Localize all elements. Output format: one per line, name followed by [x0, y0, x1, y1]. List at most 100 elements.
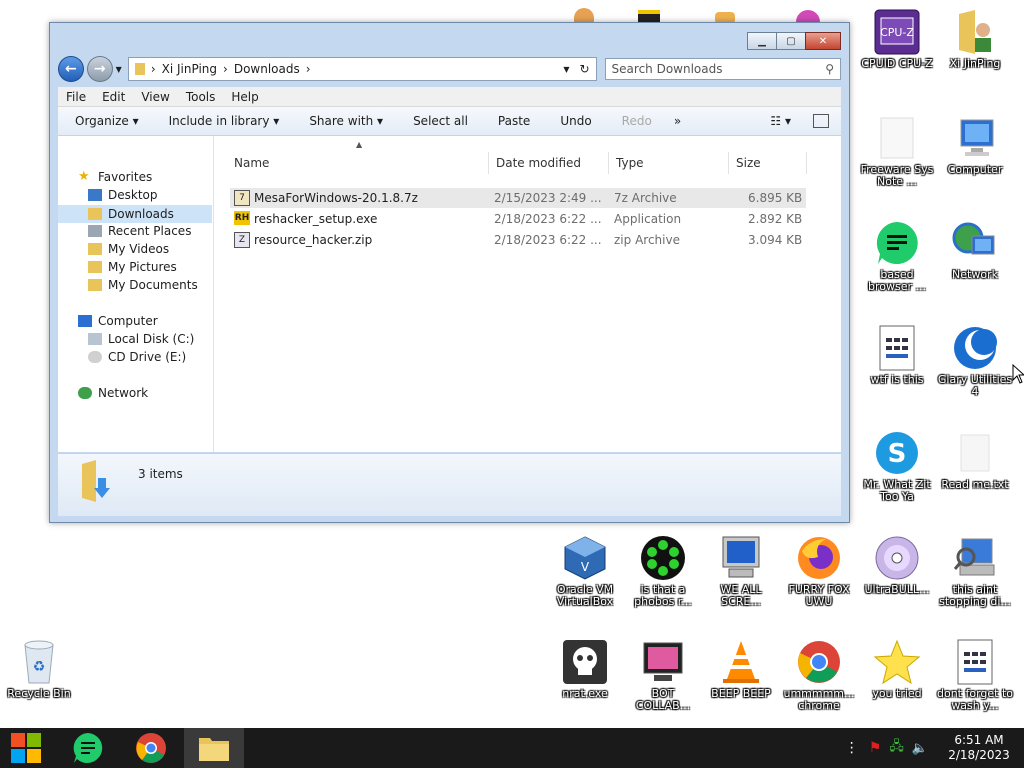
text-file-icon [951, 429, 999, 477]
nav-local-disk[interactable]: Local Disk (C:) [88, 332, 194, 346]
select-all-button[interactable]: Select all [413, 114, 468, 128]
back-button[interactable]: ← [58, 56, 84, 82]
column-header-size[interactable]: Size [736, 156, 761, 170]
desktop-icon-freeware[interactable]: Freeware Sys Note ... [858, 114, 936, 188]
nav-desktop[interactable]: Desktop [88, 188, 158, 202]
menu-view[interactable]: View [141, 90, 169, 104]
file-row[interactable]: RH reshacker_setup.exe 2/18/2023 6:22 ..… [230, 209, 806, 229]
menu-file[interactable]: File [66, 90, 86, 104]
clock[interactable]: 6:51 AM 2/18/2023 [934, 733, 1024, 763]
breadcrumb-downloads[interactable]: Downloads [234, 62, 300, 76]
file-row[interactable]: 7 MesaForWindows-20.1.8.7z 2/15/2023 2:4… [230, 188, 806, 208]
organize-button[interactable]: Organize ▾ [75, 114, 139, 128]
volume-icon[interactable]: 🔈 [912, 741, 928, 756]
desktop-icon-firefox[interactable]: FURRY FOX UWU [780, 534, 858, 608]
skull-icon [561, 638, 609, 686]
nav-downloads[interactable]: Downloads [58, 205, 212, 223]
share-with-button[interactable]: Share with ▾ [309, 114, 383, 128]
desktop-icon-label: WE ALL SCRE... [720, 583, 762, 608]
search-box[interactable]: Search Downloads ⚲ [604, 58, 841, 80]
nav-my-documents[interactable]: My Documents [88, 278, 198, 292]
column-header-name[interactable]: Name [234, 156, 269, 170]
desktop-icon-skype[interactable]: S Mr. What Zit Too Ya [858, 429, 936, 503]
recent-pages-dropdown-icon[interactable]: ▼ [116, 65, 122, 74]
document-icon [951, 638, 999, 686]
column-header-date[interactable]: Date modified [496, 156, 581, 170]
column-divider[interactable] [488, 152, 489, 174]
nav-recent-places[interactable]: Recent Places [88, 224, 191, 238]
column-header-type[interactable]: Type [616, 156, 644, 170]
chevron-right-icon[interactable]: › [223, 62, 228, 76]
desktop-icon-label: nrat.exe [562, 687, 608, 700]
menu-bar: File Edit View Tools Help [58, 87, 841, 107]
flag-icon[interactable]: ⚑ [869, 740, 882, 756]
include-in-library-button[interactable]: Include in library ▾ [169, 114, 280, 128]
desktop-icon-dontforget[interactable]: dont forget to wash y... [936, 638, 1014, 712]
chevron-right-icon[interactable]: › [151, 62, 156, 76]
desktop-icon-cpuz[interactable]: CPU-Z CPUID CPU-Z [858, 8, 936, 70]
forward-button[interactable]: → [86, 56, 113, 82]
file-date: 2/18/2023 6:22 ... [494, 233, 602, 247]
taskbar-explorer[interactable] [184, 728, 244, 768]
more-commands-button[interactable]: » [674, 114, 681, 128]
desktop-icon-weallscre[interactable]: WE ALL SCRE... [702, 534, 780, 608]
desktop-icon-nrat[interactable]: nrat.exe [546, 638, 624, 700]
column-divider[interactable] [728, 152, 729, 174]
tray-overflow-icon[interactable]: ⋮ [845, 740, 859, 756]
nav-computer[interactable]: Computer [78, 314, 158, 328]
sort-indicator-icon: ▲ [356, 140, 363, 149]
folder-icon [134, 63, 145, 75]
desktop-icon-botcollab[interactable]: BOT COLLAB... [624, 638, 702, 712]
desktop-icon-computer[interactable]: Computer [936, 114, 1014, 176]
nav-favorites[interactable]: ★ Favorites [78, 170, 152, 184]
navigation-bar: ← → ▼ › Xi JinPing › Downloads › ▼ ↻ Sea… [58, 55, 841, 83]
breadcrumb-xijinping[interactable]: Xi JinPing [162, 62, 217, 76]
undo-button[interactable]: Undo [560, 114, 591, 128]
mouse-cursor-icon [1012, 363, 1024, 387]
menu-edit[interactable]: Edit [102, 90, 125, 104]
address-dropdown-icon[interactable]: ▼ [563, 65, 569, 74]
file-size: 3.094 KB [748, 233, 803, 247]
preview-pane-icon[interactable] [813, 114, 829, 128]
desktop-icon-user-folder[interactable]: Xi JinPing [936, 8, 1014, 70]
desktop-icon-vlc[interactable]: BEEP BEEP [702, 638, 780, 700]
desktop-icon-glary[interactable]: Glary Utilities 4 [936, 324, 1014, 398]
chevron-right-icon[interactable]: › [306, 62, 311, 76]
menu-tools[interactable]: Tools [186, 90, 216, 104]
nav-my-pictures[interactable]: My Pictures [88, 260, 177, 274]
desktop-icon-network[interactable]: Network [936, 219, 1014, 281]
address-bar[interactable]: › Xi JinPing › Downloads › ▼ ↻ [127, 57, 597, 81]
desktop-icon-label: based browser ... [868, 268, 926, 293]
taskbar-chrome[interactable] [121, 728, 181, 768]
desktop-icon-icq[interactable]: is that a phobos r... [624, 534, 702, 608]
desktop-icon-thisaint[interactable]: this aint stopping di... [936, 534, 1014, 608]
desktop-icon-readme[interactable]: Read me.txt [936, 429, 1014, 491]
paste-button[interactable]: Paste [498, 114, 530, 128]
desktop-icon-youtried[interactable]: you tried [858, 638, 936, 700]
column-divider[interactable] [806, 152, 807, 174]
maximize-button[interactable]: ▢ [776, 32, 806, 50]
close-button[interactable]: ✕ [805, 32, 841, 50]
start-button[interactable] [0, 728, 52, 768]
minimize-button[interactable]: ▁ [747, 32, 777, 50]
column-divider[interactable] [608, 152, 609, 174]
network-tray-icon[interactable]: 🖧 [889, 737, 904, 759]
nav-my-videos[interactable]: My Videos [88, 242, 169, 256]
view-options-icon[interactable]: ☷ ▾ [770, 114, 791, 128]
desktop-icon-ultrabull[interactable]: UltraBULL... [858, 534, 936, 596]
windows-logo-icon [11, 733, 41, 763]
desktop-icon-recycle-bin[interactable]: ♻ Recycle Bin [0, 638, 78, 700]
refresh-icon[interactable]: ↻ [579, 62, 589, 76]
search-icon[interactable]: ⚲ [825, 62, 834, 76]
nav-network[interactable]: Network [78, 386, 148, 400]
system-tray: ⋮ ⚑ 🖧 🔈 6:51 AM 2/18/2023 [845, 728, 1024, 768]
menu-help[interactable]: Help [231, 90, 258, 104]
file-row[interactable]: Z resource_hacker.zip 2/18/2023 6:22 ...… [230, 230, 806, 250]
desktop-icon-wtf[interactable]: wtf is this [858, 324, 936, 386]
desktop-icon-based-browser[interactable]: based browser ... [858, 219, 936, 293]
desktop-icon-virtualbox[interactable]: V Oracle VM VirtualBox [546, 534, 624, 608]
taskbar-based-browser[interactable] [58, 728, 118, 768]
star-icon: ★ [78, 169, 90, 184]
nav-cd-drive[interactable]: CD Drive (E:) [88, 350, 186, 364]
desktop-icon-chrome[interactable]: ummmmm... chrome [780, 638, 858, 712]
